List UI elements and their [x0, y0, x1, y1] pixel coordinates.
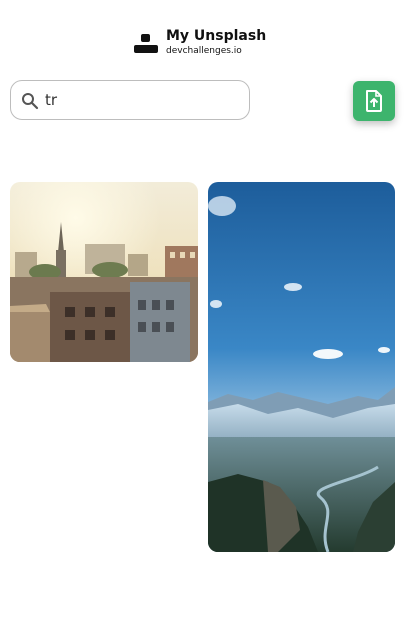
app-title: My Unsplash: [166, 28, 267, 44]
search-input[interactable]: [45, 87, 241, 113]
app-header: My Unsplash devchallenges.io: [0, 0, 405, 70]
photo-city[interactable]: [10, 182, 198, 362]
search-box[interactable]: [10, 80, 250, 120]
photo-mountain[interactable]: [208, 182, 395, 552]
upload-button[interactable]: [353, 81, 395, 121]
logo-mark-icon: [134, 34, 158, 54]
search-icon: [21, 92, 39, 110]
logo[interactable]: My Unsplash devchallenges.io: [134, 28, 267, 58]
file-upload-icon: [366, 90, 382, 112]
app-subtitle: devchallenges.io: [166, 46, 242, 56]
